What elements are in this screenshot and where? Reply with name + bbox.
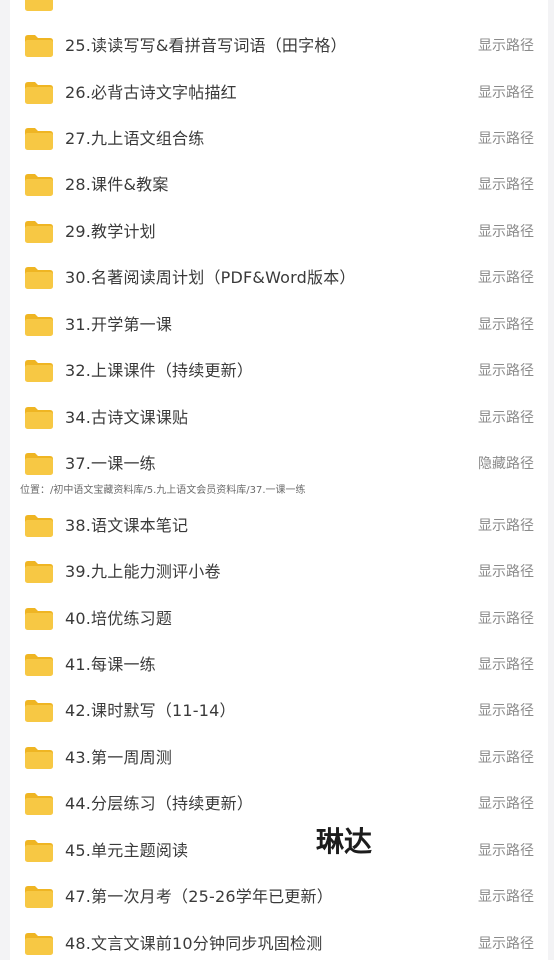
folder-name: 26.必背古诗文字帖描红: [65, 83, 237, 102]
folder-row[interactable]: [10, 0, 548, 23]
show-path-link[interactable]: 显示路径: [478, 70, 534, 116]
folder-name: 25.读读写写&看拼音写词语（田字格）: [65, 36, 347, 55]
folder-icon: [24, 81, 54, 105]
folder-row[interactable]: 43.第一周周测 显示路径: [10, 735, 548, 781]
folder-row[interactable]: 32.上课课件（持续更新） 显示路径: [10, 348, 548, 394]
show-path-link[interactable]: 显示路径: [478, 735, 534, 781]
folder-row[interactable]: 31.开学第一课 显示路径: [10, 302, 548, 348]
folder-icon: [24, 220, 54, 244]
show-path-link[interactable]: 显示路径: [478, 828, 534, 874]
folder-icon: [24, 932, 54, 956]
folder-name: 38.语文课本笔记: [65, 516, 189, 535]
folder-name: 48.文言文课前10分钟同步巩固检测: [65, 934, 323, 953]
show-path-link[interactable]: 显示路径: [478, 549, 534, 595]
folder-icon: [24, 560, 54, 584]
folder-row[interactable]: 30.名著阅读周计划（PDF&Word版本） 显示路径: [10, 255, 548, 301]
folder-name: 41.每课一练: [65, 655, 156, 674]
folder-name: 31.开学第一课: [65, 315, 173, 334]
folder-icon: [24, 607, 54, 631]
folder-icon: [24, 839, 54, 863]
show-path-link[interactable]: 显示路径: [478, 395, 534, 441]
folder-name: 32.上课课件（持续更新）: [65, 361, 254, 380]
folder-name: 40.培优练习题: [65, 609, 173, 628]
folder-row[interactable]: 41.每课一练 显示路径: [10, 642, 548, 688]
watermark-text: 琳达: [316, 825, 373, 858]
folder-name: 45.单元主题阅读: [65, 841, 189, 860]
folder-row[interactable]: 27.九上语文组合练 显示路径: [10, 116, 548, 162]
folder-icon: [24, 699, 54, 723]
folder-icon: [24, 359, 54, 383]
folder-name: 29.教学计划: [65, 222, 156, 241]
folder-name: 42.课时默写（11-14）: [65, 701, 236, 720]
show-path-link[interactable]: 显示路径: [478, 209, 534, 255]
show-path-link[interactable]: 显示路径: [478, 688, 534, 734]
folder-icon: [24, 406, 54, 430]
folder-row[interactable]: 48.文言文课前10分钟同步巩固检测 显示路径: [10, 921, 548, 960]
show-path-link[interactable]: 显示路径: [478, 781, 534, 827]
folder-row[interactable]: 26.必背古诗文字帖描红 显示路径: [10, 70, 548, 116]
show-path-link[interactable]: 显示路径: [478, 921, 534, 960]
folder-row[interactable]: 37.一课一练 隐藏路径: [10, 441, 548, 487]
folder-icon: [24, 127, 54, 151]
show-path-link[interactable]: 显示路径: [478, 255, 534, 301]
show-path-link[interactable]: 显示路径: [478, 348, 534, 394]
folder-row[interactable]: 28.课件&教案 显示路径: [10, 162, 548, 208]
hide-path-link[interactable]: 隐藏路径: [478, 441, 534, 487]
folder-row[interactable]: 45.单元主题阅读 显示路径: [10, 828, 548, 874]
folder-icon: [24, 885, 54, 909]
folder-name: 47.第一次月考（25-26学年已更新）: [65, 887, 333, 906]
folder-icon: [24, 452, 54, 476]
folder-row[interactable]: 47.第一次月考（25-26学年已更新） 显示路径: [10, 874, 548, 920]
folder-row[interactable]: 34.古诗文课课贴 显示路径: [10, 395, 548, 441]
folder-name: 27.九上语文组合练: [65, 129, 205, 148]
folder-icon: [24, 746, 54, 770]
show-path-link[interactable]: 显示路径: [478, 162, 534, 208]
folder-icon: [24, 514, 54, 538]
folder-name: 28.课件&教案: [65, 175, 169, 194]
folder-icon: [24, 266, 54, 290]
folder-row[interactable]: 39.九上能力测评小卷 显示路径: [10, 549, 548, 595]
show-path-link[interactable]: 显示路径: [478, 503, 534, 549]
folder-icon: [24, 0, 54, 12]
folder-name: 30.名著阅读周计划（PDF&Word版本）: [65, 268, 356, 287]
folder-list: 25.读读写写&看拼音写词语（田字格） 显示路径 26.必背古诗文字帖描红 显示路径 2…: [10, 0, 548, 960]
folder-name: 37.一课一练: [65, 454, 156, 473]
folder-name: 39.九上能力测评小卷: [65, 562, 221, 581]
show-path-link[interactable]: 显示路径: [478, 642, 534, 688]
folder-icon: [24, 653, 54, 677]
show-path-link[interactable]: 显示路径: [478, 302, 534, 348]
folder-icon: [24, 173, 54, 197]
folder-icon: [24, 34, 54, 58]
folder-name: 43.第一周周测: [65, 748, 173, 767]
folder-path-text: 位置：/初中语文宝藏资料库/5.九上语文会员资料库/37.一课一练: [20, 485, 306, 496]
show-path-link[interactable]: 显示路径: [478, 874, 534, 920]
folder-row[interactable]: 44.分层练习（持续更新） 显示路径: [10, 781, 548, 827]
folder-name: 44.分层练习（持续更新）: [65, 794, 254, 813]
folder-name: 34.古诗文课课贴: [65, 408, 189, 427]
show-path-link[interactable]: 显示路径: [478, 116, 534, 162]
folder-row[interactable]: 29.教学计划 显示路径: [10, 209, 548, 255]
folder-row[interactable]: 25.读读写写&看拼音写词语（田字格） 显示路径: [10, 23, 548, 69]
folder-row[interactable]: 38.语文课本笔记 显示路径: [10, 503, 548, 549]
folder-row[interactable]: 40.培优练习题 显示路径: [10, 596, 548, 642]
show-path-link[interactable]: 显示路径: [478, 596, 534, 642]
show-path-link[interactable]: 显示路径: [478, 23, 534, 69]
folder-row[interactable]: 42.课时默写（11-14） 显示路径: [10, 688, 548, 734]
folder-icon: [24, 792, 54, 816]
folder-icon: [24, 313, 54, 337]
